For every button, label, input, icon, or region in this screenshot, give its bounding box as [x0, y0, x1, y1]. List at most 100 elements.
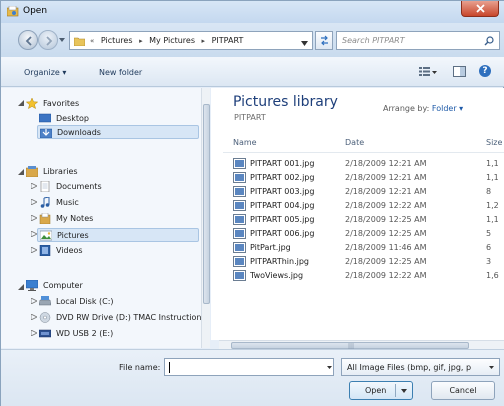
recent-locations-chevron-icon[interactable]: [59, 38, 65, 42]
collapse-triangle-icon[interactable]: [18, 169, 24, 175]
collapse-triangle-icon[interactable]: [18, 100, 24, 106]
scrollbar-thumb[interactable]: |||: [231, 342, 469, 350]
expand-triangle-icon[interactable]: [31, 298, 37, 304]
pictures-icon: [40, 230, 52, 241]
library-subtitle: PITPART: [234, 113, 266, 122]
documents-icon: [40, 181, 50, 192]
file-row[interactable]: PITPART 004.jpg 2/18/2009 12:22 AM 1,2: [233, 199, 504, 213]
file-name: PITPART 002.jpg: [250, 173, 315, 182]
file-size: 3: [486, 257, 492, 266]
file-row[interactable]: PitPart.jpg 2/18/2009 11:46 AM 6: [233, 241, 504, 255]
open-options-dropdown-icon[interactable]: [401, 389, 407, 393]
file-name: PITPART 003.jpg: [250, 187, 315, 196]
file-name-input[interactable]: [164, 358, 334, 376]
title-bar[interactable]: Open: [1, 1, 504, 23]
file-row[interactable]: PITPARThin.jpg 2/18/2009 12:25 AM 3: [233, 255, 504, 269]
file-name: PITPARThin.jpg: [250, 257, 310, 266]
organize-button[interactable]: Organize ▾: [24, 68, 66, 77]
cancel-button-label: Cancel: [449, 386, 477, 395]
address-bar[interactable]: « Pictures ▸ My Pictures ▸ PITPART: [69, 31, 313, 50]
header-divider: [223, 152, 504, 153]
address-row: « Pictures ▸ My Pictures ▸ PITPART Searc…: [1, 23, 504, 57]
scrollbar-thumb[interactable]: [203, 104, 210, 304]
back-button[interactable]: [18, 30, 38, 50]
image-file-icon: [233, 256, 246, 267]
computer-icon: [26, 280, 38, 291]
disc-icon: [39, 312, 51, 323]
column-header-name[interactable]: Name: [233, 138, 257, 147]
file-name: TwoViews.jpg: [250, 271, 304, 280]
refresh-button[interactable]: [315, 31, 333, 50]
file-size: 8: [486, 187, 492, 196]
close-button[interactable]: [461, 1, 499, 17]
file-row[interactable]: PITPART 002.jpg 2/18/2009 12:21 AM 1,1: [233, 171, 504, 185]
file-date: 2/18/2009 12:25 AM: [345, 229, 427, 238]
downloads-icon: [40, 128, 52, 138]
expand-triangle-icon[interactable]: [31, 330, 37, 336]
search-input[interactable]: Search PITPART: [336, 31, 500, 50]
file-date: 2/18/2009 12:21 AM: [345, 159, 427, 168]
file-size: 5: [486, 229, 492, 238]
expand-triangle-icon[interactable]: [31, 314, 37, 320]
breadcrumb-separator[interactable]: ▸: [202, 37, 206, 45]
star-icon: [26, 98, 38, 109]
views-dropdown-icon[interactable]: [432, 71, 437, 74]
help-icon[interactable]: ?: [479, 65, 491, 77]
collapse-triangle-icon[interactable]: [18, 284, 24, 290]
address-dropdown-icon[interactable]: [301, 41, 308, 46]
expand-triangle-icon[interactable]: [31, 215, 37, 221]
videos-icon: [39, 245, 51, 256]
file-size: 1,1: [486, 159, 499, 168]
image-file-icon: [233, 172, 246, 183]
file-date: 2/18/2009 12:22 AM: [345, 271, 427, 280]
forward-arrow-icon: [46, 36, 53, 46]
file-row[interactable]: PITPART 006.jpg 2/18/2009 12:25 AM 5: [233, 227, 504, 241]
file-row[interactable]: PITPART 005.jpg 2/18/2009 12:25 AM 1,1: [233, 213, 504, 227]
window-title: Open: [23, 6, 48, 16]
text-caret: [169, 362, 170, 373]
cancel-button[interactable]: Cancel: [431, 381, 495, 400]
views-icon[interactable]: [419, 67, 430, 76]
file-row[interactable]: TwoViews.jpg 2/18/2009 12:22 AM 1,6: [233, 269, 504, 283]
breadcrumb: « Pictures ▸ My Pictures ▸ PITPART: [90, 36, 247, 45]
expand-triangle-icon[interactable]: [31, 247, 37, 253]
forward-button[interactable]: [38, 30, 58, 50]
file-date: 2/18/2009 12:22 AM: [345, 201, 427, 210]
file-type-select[interactable]: All Image Files (bmp, gif, jpg, p: [341, 358, 500, 376]
breadcrumb-separator[interactable]: ▸: [139, 37, 143, 45]
file-row[interactable]: PITPART 003.jpg 2/18/2009 12:21 AM 8: [233, 185, 504, 199]
navigation-scrollbar[interactable]: [201, 88, 210, 348]
image-file-icon: [233, 186, 246, 197]
file-date: 2/18/2009 12:21 AM: [345, 173, 427, 182]
breadcrumb-overflow[interactable]: «: [90, 37, 94, 45]
file-list-horizontal-scrollbar[interactable]: |||: [219, 340, 504, 350]
app-icon: [7, 6, 19, 17]
column-header-size[interactable]: Size: [486, 138, 502, 147]
nav-pictures[interactable]: Pictures: [37, 228, 199, 242]
new-folder-button[interactable]: New folder: [99, 68, 142, 77]
file-date: 2/18/2009 12:25 AM: [345, 257, 427, 266]
breadcrumb-my-pictures[interactable]: My Pictures: [149, 36, 195, 45]
dialog-footer: File name: All Image Files (bmp, gif, jp…: [1, 349, 504, 406]
breadcrumb-pictures[interactable]: Pictures: [101, 36, 133, 45]
open-button[interactable]: Open: [349, 381, 413, 400]
search-icon[interactable]: [484, 36, 494, 46]
nav-downloads[interactable]: Downloads: [37, 125, 199, 139]
file-row[interactable]: PITPART 001.jpg 2/18/2009 12:21 AM 1,1: [233, 157, 504, 171]
arrange-by-label: Arrange by:: [383, 104, 430, 113]
file-date: 2/18/2009 11:46 AM: [345, 243, 427, 252]
preview-pane-icon[interactable]: [453, 66, 466, 77]
arrange-by-dropdown[interactable]: Folder ▾: [432, 104, 463, 113]
arrange-by: Arrange by: Folder ▾: [383, 104, 463, 113]
file-name-dropdown-icon[interactable]: [327, 366, 332, 369]
column-header-date[interactable]: Date: [345, 138, 364, 147]
library-title: Pictures library: [233, 94, 338, 110]
expand-triangle-icon[interactable]: [31, 199, 37, 205]
image-file-icon: [233, 228, 246, 239]
expand-triangle-icon[interactable]: [31, 183, 37, 189]
file-name-label: File name:: [119, 363, 161, 372]
file-size: 1,1: [486, 215, 499, 224]
file-name: PITPART 005.jpg: [250, 215, 315, 224]
file-type-value: All Image Files (bmp, gif, jpg, p: [347, 363, 472, 372]
breadcrumb-pitpart[interactable]: PITPART: [212, 36, 244, 45]
